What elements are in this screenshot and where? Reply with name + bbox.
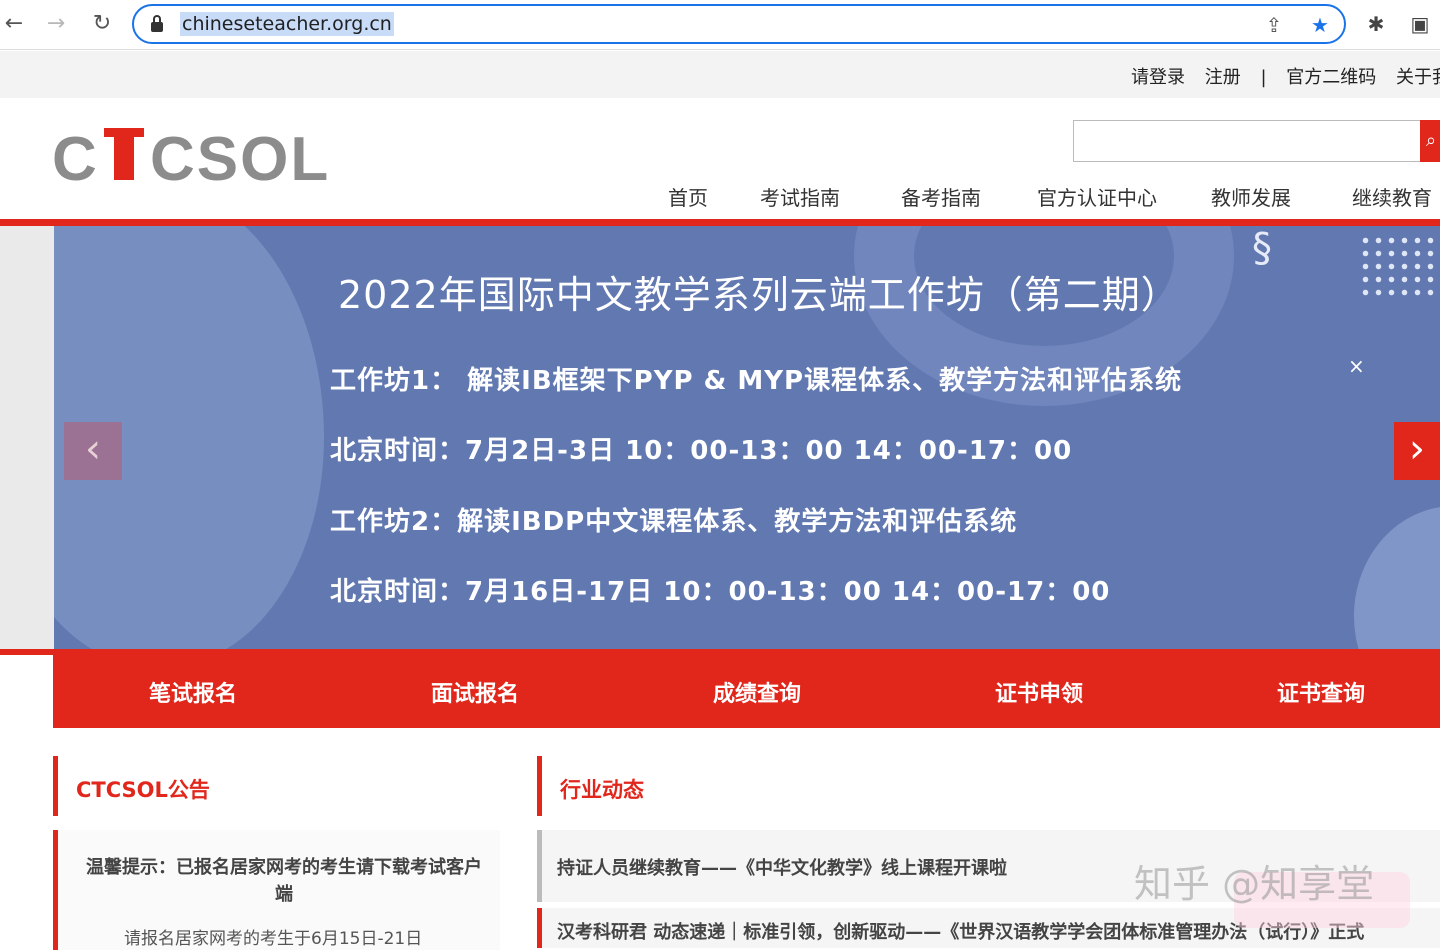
svg-text:C: C xyxy=(52,126,99,184)
banner-squiggle-decoration: § xyxy=(1252,226,1272,271)
lock-icon[interactable] xyxy=(150,15,164,33)
forward-icon[interactable]: → xyxy=(42,10,70,38)
address-bar[interactable]: chineseteacher.org.cn ⇪ ★ xyxy=(132,4,1346,44)
carousel-prev-button[interactable]: ‹ xyxy=(64,422,122,480)
header-red-line xyxy=(0,219,1440,226)
svg-text:CSOL: CSOL xyxy=(150,126,330,184)
industry-title[interactable]: 行业动态 xyxy=(560,774,644,804)
reload-icon[interactable]: ↻ xyxy=(88,10,116,38)
search-icon: ⌕ xyxy=(1426,130,1437,151)
announcements-title[interactable]: CTCSOL公告 xyxy=(76,774,210,804)
browser-toolbar: ← → ↻ chineseteacher.org.cn ⇪ ★ ✱ ▣ xyxy=(0,0,1440,50)
quick-score-query[interactable]: 成绩查询 xyxy=(657,676,857,708)
topbar-separator: | xyxy=(1260,67,1267,88)
quick-written-exam-signup[interactable]: 笔试报名 xyxy=(93,676,293,708)
chevron-right-icon: › xyxy=(1409,426,1425,472)
top-utility-bar: 请登录 注册 | 官方二维码 关于我 xyxy=(0,51,1440,98)
qrcode-link[interactable]: 官方二维码 xyxy=(1286,67,1376,88)
nav-exam-guide[interactable]: 考试指南 xyxy=(760,182,840,211)
announcement-title[interactable]: 温馨提示：已报名居家网考的考生请下载考试客户端 xyxy=(84,854,484,908)
register-link[interactable]: 注册 xyxy=(1205,67,1241,88)
banner-decoration xyxy=(1354,506,1440,649)
announcements-heading: CTCSOL公告 xyxy=(53,756,500,816)
extensions-icon[interactable]: ✱ xyxy=(1362,10,1390,38)
nav-teacher-development[interactable]: 教师发展 xyxy=(1211,182,1291,211)
login-link[interactable]: 请登录 xyxy=(1131,67,1185,88)
banner-line: 北京时间：7月2日-3日 10：00-13：00 14：00-17：00 xyxy=(330,436,1073,466)
nav-prep-guide[interactable]: 备考指南 xyxy=(901,182,981,211)
back-icon[interactable]: ← xyxy=(0,10,28,38)
quick-certificate-query[interactable]: 证书查询 xyxy=(1221,676,1421,708)
banner-title: 2022年国际中文教学系列云端工作坊（第二期） xyxy=(338,273,1180,317)
banner-slide[interactable]: § × 2022年国际中文教学系列云端工作坊（第二期） 工作坊1： 解读IB框架… xyxy=(54,226,1440,649)
news-title[interactable]: 持证人员继续教育——《中华文化教学》线上课程开课啦 xyxy=(557,854,1007,880)
announcement-item[interactable]: 温馨提示：已报名居家网考的考生请下载考试客户端 请报名居家网考的考生于6月15日… xyxy=(53,830,500,950)
banner-line: 工作坊2：解读IBDP中文课程体系、教学方法和评估系统 xyxy=(330,507,1018,537)
search-button[interactable]: ⌕ xyxy=(1420,120,1440,162)
nav-home[interactable]: 首页 xyxy=(668,182,708,211)
quick-certificate-apply[interactable]: 证书申领 xyxy=(939,676,1139,708)
carousel-next-button[interactable]: › xyxy=(1394,422,1440,480)
main-nav: 首页 考试指南 备考指南 官方认证中心 教师发展 继续教育 xyxy=(0,182,1440,212)
window-icon[interactable]: ▣ xyxy=(1406,10,1434,38)
banner-line: 工作坊1： 解读IB框架下PYP & MYP课程体系、教学方法和评估系统 xyxy=(330,366,1183,396)
search-input[interactable] xyxy=(1073,120,1423,162)
url-text[interactable]: chineseteacher.org.cn xyxy=(180,12,394,36)
nav-certification-center[interactable]: 官方认证中心 xyxy=(1037,182,1157,211)
bookmark-star-icon[interactable]: ★ xyxy=(1308,13,1332,37)
ctcsol-logo[interactable]: C CSOL xyxy=(52,126,337,184)
quick-interview-signup[interactable]: 面试报名 xyxy=(375,676,575,708)
chevron-left-icon: ‹ xyxy=(85,426,101,472)
industry-heading: 行业动态 xyxy=(537,756,1440,816)
quick-links-bar: 笔试报名 面试报名 成绩查询 证书申领 证书查询 xyxy=(53,649,1440,728)
site-header: C CSOL ⌕ 首页 考试指南 备考指南 官方认证中心 教师发展 继续教育 xyxy=(0,98,1440,220)
about-link[interactable]: 关于我 xyxy=(1396,67,1440,88)
watermark-text: 知乎 @知享堂 xyxy=(1134,862,1375,906)
share-icon[interactable]: ⇪ xyxy=(1262,13,1286,37)
banner-line: 北京时间：7月16日-17日 10：00-13：00 14：00-17：00 xyxy=(330,577,1111,607)
banner-dots-decoration xyxy=(1359,234,1439,298)
nav-continuing-education[interactable]: 继续教育 xyxy=(1352,182,1432,211)
close-icon: × xyxy=(1348,354,1365,378)
banner-area: § × 2022年国际中文教学系列云端工作坊（第二期） 工作坊1： 解读IB框架… xyxy=(0,226,1440,649)
announcement-summary: 请报名居家网考的考生于6月15日-21日 xyxy=(124,929,423,949)
